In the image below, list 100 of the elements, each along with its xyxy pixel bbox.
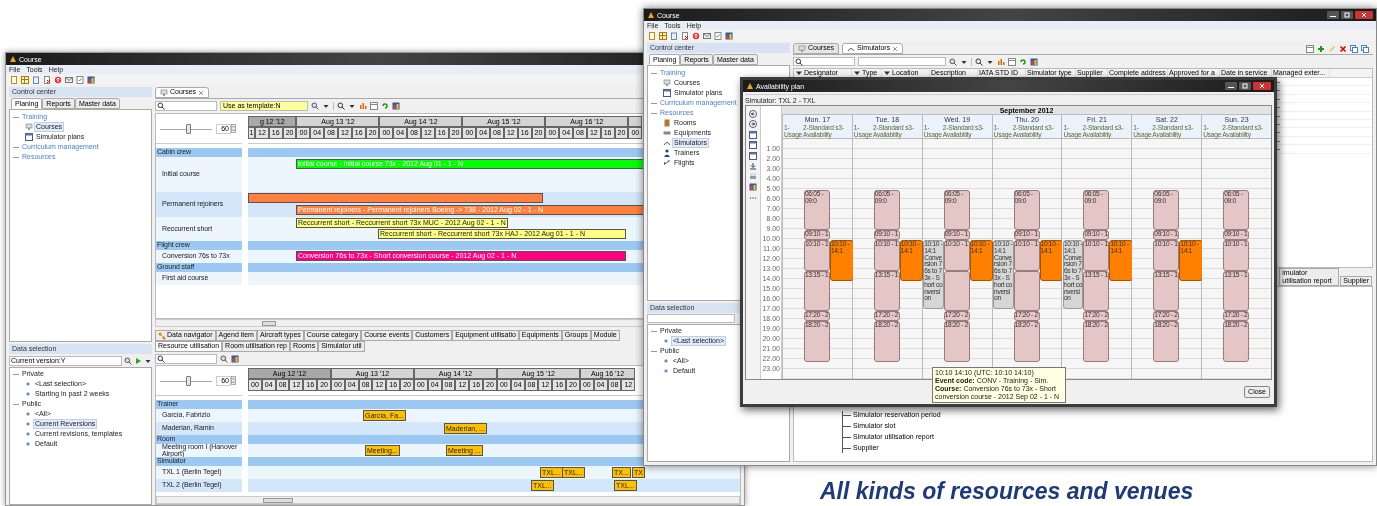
monitor-icon <box>798 44 806 53</box>
minimize-icon[interactable] <box>1225 82 1237 90</box>
toolbar-button[interactable] <box>724 31 733 40</box>
zoom-slider[interactable] <box>160 122 212 135</box>
bar-chart-icon <box>997 57 1005 66</box>
search-field[interactable] <box>793 57 855 66</box>
bullet-icon <box>25 431 31 437</box>
scrollbar-thumb[interactable] <box>262 320 276 326</box>
window-icon <box>1008 57 1016 66</box>
airplane-icon <box>663 159 671 167</box>
view-button[interactable] <box>748 119 758 129</box>
calendar-icon <box>25 133 33 141</box>
toolbar-button[interactable] <box>702 31 711 40</box>
toolbar-button[interactable] <box>75 75 84 84</box>
calendar-icon <box>749 130 757 139</box>
zoom-slider[interactable] <box>160 374 212 387</box>
toolbar-button[interactable] <box>1306 45 1314 53</box>
magnifier-icon <box>949 57 957 66</box>
monitor-icon <box>663 79 671 87</box>
view-button[interactable] <box>748 151 758 160</box>
text-field[interactable] <box>858 57 946 66</box>
view-button[interactable] <box>748 109 758 118</box>
scrollbar-thumb[interactable] <box>263 497 293 503</box>
monitor-icon <box>25 123 33 131</box>
view-button[interactable] <box>748 140 758 150</box>
chart-icon <box>392 102 400 110</box>
toolbar-button[interactable] <box>9 75 18 84</box>
maximize-icon[interactable] <box>1239 82 1251 90</box>
event-block[interactable] <box>1013 271 1040 311</box>
play-icon <box>134 357 142 365</box>
close-icon[interactable] <box>1355 11 1373 19</box>
toolbar-button[interactable] <box>1361 45 1369 53</box>
delete-icon <box>1339 45 1347 53</box>
refresh-icon <box>1019 57 1027 66</box>
gauge-icon <box>663 139 671 147</box>
plus-icon <box>1317 45 1325 53</box>
event-block[interactable] <box>943 271 970 311</box>
calendar-icon <box>663 89 671 97</box>
filter-arrow-icon <box>853 69 861 77</box>
toolbar-button[interactable] <box>1317 45 1325 53</box>
view-button[interactable] <box>748 130 758 139</box>
event-bar[interactable] <box>248 193 543 203</box>
toolbar-button[interactable] <box>42 75 51 84</box>
download-icon <box>749 162 757 170</box>
app-logo-icon <box>746 82 754 90</box>
search-icon <box>157 102 165 110</box>
minimize-icon[interactable] <box>1327 11 1339 19</box>
toolbar-button[interactable] <box>1350 45 1358 53</box>
chart-icon <box>231 355 239 363</box>
device-icon <box>663 129 671 137</box>
filter-field[interactable] <box>647 314 735 323</box>
spinner-icon <box>231 376 236 385</box>
filter-arrow-icon <box>883 69 891 77</box>
magnifier-icon <box>124 357 132 365</box>
toolbar-button[interactable] <box>64 75 73 84</box>
toolbar-button[interactable] <box>680 31 689 40</box>
table-icon <box>658 31 667 40</box>
bar-chart-icon <box>359 102 367 110</box>
close-icon[interactable] <box>1253 82 1271 90</box>
search-icon <box>975 57 983 66</box>
toolbar-button[interactable] <box>1339 45 1347 53</box>
bullet-icon <box>25 411 31 417</box>
search-icon <box>337 102 345 110</box>
chart-icon <box>86 75 95 84</box>
calendar-icon <box>749 141 757 149</box>
magnifier-icon <box>311 102 319 110</box>
toolbar-button[interactable] <box>713 31 722 40</box>
window-icon <box>1306 45 1314 53</box>
search-field[interactable] <box>155 101 217 111</box>
close-icon <box>198 89 205 96</box>
maximize-icon[interactable] <box>1341 11 1353 19</box>
toolbar-button[interactable] <box>31 75 40 84</box>
caret-icon <box>348 102 356 110</box>
refresh-icon <box>381 102 389 110</box>
bullet-icon <box>25 381 31 387</box>
app-logo-icon <box>647 11 655 19</box>
toolbar-button[interactable] <box>647 31 656 40</box>
chart-icon <box>1030 57 1038 66</box>
toolbar-button[interactable] <box>20 75 29 84</box>
printer-icon <box>749 172 757 181</box>
search-field[interactable] <box>155 354 217 364</box>
bullet-icon <box>663 338 669 344</box>
pencil-icon <box>1328 45 1336 53</box>
filter-arrow-icon <box>795 69 803 77</box>
close-icon <box>892 45 899 52</box>
window-icon <box>370 102 378 110</box>
monitor-icon <box>160 88 168 97</box>
app-logo-icon <box>9 55 17 63</box>
magnifier-icon <box>220 355 228 363</box>
spinner-icon <box>231 124 236 133</box>
person-icon <box>663 149 671 157</box>
view-button[interactable] <box>748 182 758 192</box>
caret-icon <box>144 357 152 365</box>
toolbar-button[interactable] <box>658 31 667 40</box>
toolbar-button[interactable] <box>53 75 62 84</box>
toolbar-button[interactable] <box>669 31 678 40</box>
search-icon <box>795 57 803 66</box>
toolbar-button[interactable] <box>86 75 95 84</box>
toolbar-button[interactable] <box>691 31 700 40</box>
bullet-icon <box>25 391 31 397</box>
